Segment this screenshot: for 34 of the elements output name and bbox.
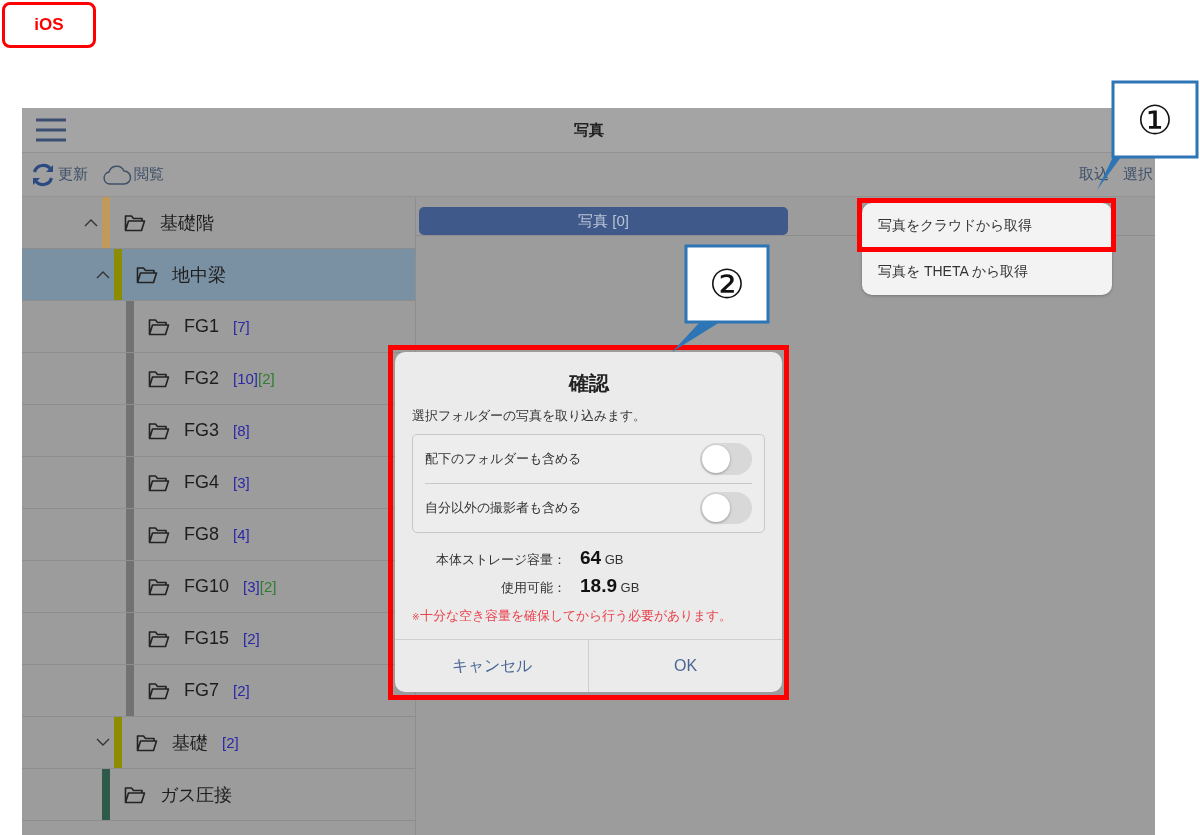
photo-count: [2] bbox=[222, 734, 239, 751]
photo-count: [10] bbox=[233, 370, 259, 387]
folder-name: FG10 bbox=[184, 576, 230, 597]
photo-count: [2] bbox=[259, 578, 277, 595]
photo-count: [3] bbox=[243, 578, 260, 595]
photo-count: [2] bbox=[243, 630, 260, 647]
storage-label: 使用可能： bbox=[500, 579, 566, 597]
folder-name: FG4 bbox=[184, 472, 219, 493]
photo-count: [2] bbox=[258, 370, 275, 387]
photo-count: [4] bbox=[233, 526, 250, 543]
folder-name: FG1 bbox=[184, 316, 219, 337]
folder-name: 地中梁 bbox=[172, 263, 226, 287]
platform-badge: iOS bbox=[2, 2, 96, 48]
folder-name: 基礎階 bbox=[160, 211, 214, 235]
folder-name: FG2 bbox=[184, 368, 219, 389]
toggle-label: 自分以外の撮影者も含める bbox=[425, 499, 581, 517]
photo-count: [7] bbox=[233, 318, 250, 335]
toggle-label: 配下のフォルダーも含める bbox=[425, 450, 581, 468]
storage-label: 本体ストレージ容量： bbox=[435, 551, 566, 569]
screen-title: 写真 bbox=[572, 120, 605, 140]
photo-count: [3] bbox=[233, 474, 250, 491]
warning-text: ※十分な空き容量を確保してから行う必要があります。 bbox=[412, 607, 733, 625]
storage-value: 18.9 GB bbox=[580, 575, 641, 597]
folder-name: FG8 bbox=[184, 524, 219, 545]
dialog-title: 確認 bbox=[567, 371, 611, 396]
dialog-message: 選択フォルダーの写真を取り込みます。 bbox=[412, 407, 647, 425]
folder-name: FG15 bbox=[184, 628, 230, 649]
folder-name: FG3 bbox=[184, 420, 219, 441]
folder-name: FG7 bbox=[184, 680, 219, 701]
photo-count: [2] bbox=[233, 682, 250, 699]
storage-value: 64 GB bbox=[580, 547, 625, 569]
folder-name: 基礎 bbox=[172, 731, 208, 755]
photo-count: [8] bbox=[233, 422, 250, 439]
folder-name: ガス圧接 bbox=[160, 783, 232, 807]
